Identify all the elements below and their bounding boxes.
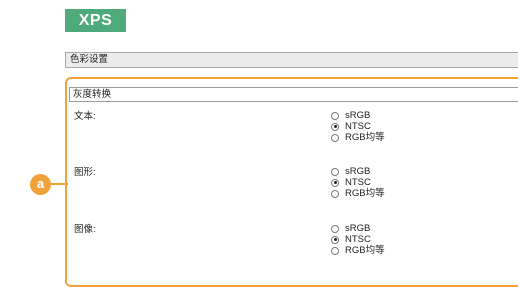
radio-label: NTSC <box>345 234 371 245</box>
radio-button[interactable] <box>331 189 339 198</box>
callout-marker-a: a <box>30 174 51 195</box>
radio-option-ntsc[interactable]: NTSC <box>331 177 385 188</box>
xps-badge: XPS <box>65 9 126 32</box>
radio-option-srgb[interactable]: sRGB <box>331 223 385 234</box>
radio-label: RGB均等 <box>345 132 385 143</box>
radio-label: sRGB <box>345 223 371 234</box>
radio-label: RGB均等 <box>345 245 385 256</box>
radio-option-rgb-equal[interactable]: RGB均等 <box>331 132 385 143</box>
radio-button[interactable] <box>331 224 339 233</box>
radio-option-srgb[interactable]: sRGB <box>331 166 385 177</box>
row-label-text: 文本: <box>74 111 96 122</box>
row-label-graphics: 图形: <box>74 167 96 178</box>
radio-option-rgb-equal[interactable]: RGB均等 <box>331 188 385 199</box>
radio-group-images: sRGB NTSC RGB均等 <box>331 223 385 256</box>
radio-label: sRGB <box>345 166 371 177</box>
radio-button-selected[interactable] <box>331 235 339 244</box>
radio-option-rgb-equal[interactable]: RGB均等 <box>331 245 385 256</box>
radio-label: NTSC <box>345 177 371 188</box>
radio-button-selected[interactable] <box>331 178 339 187</box>
color-settings-header: 色彩设置 <box>65 52 518 68</box>
row-label-images: 图像: <box>74 224 96 235</box>
radio-button-selected[interactable] <box>331 122 339 131</box>
radio-button[interactable] <box>331 133 339 142</box>
grayscale-conversion-header: 灰度转换 <box>69 87 518 102</box>
radio-button[interactable] <box>331 111 339 120</box>
radio-button[interactable] <box>331 167 339 176</box>
radio-label: sRGB <box>345 110 371 121</box>
radio-group-graphics: sRGB NTSC RGB均等 <box>331 166 385 199</box>
radio-option-ntsc[interactable]: NTSC <box>331 121 385 132</box>
radio-label: RGB均等 <box>345 188 385 199</box>
radio-option-srgb[interactable]: sRGB <box>331 110 385 121</box>
highlight-frame <box>65 77 518 287</box>
callout-connector <box>48 183 68 185</box>
radio-group-text: sRGB NTSC RGB均等 <box>331 110 385 143</box>
radio-button[interactable] <box>331 246 339 255</box>
radio-option-ntsc[interactable]: NTSC <box>331 234 385 245</box>
radio-label: NTSC <box>345 121 371 132</box>
